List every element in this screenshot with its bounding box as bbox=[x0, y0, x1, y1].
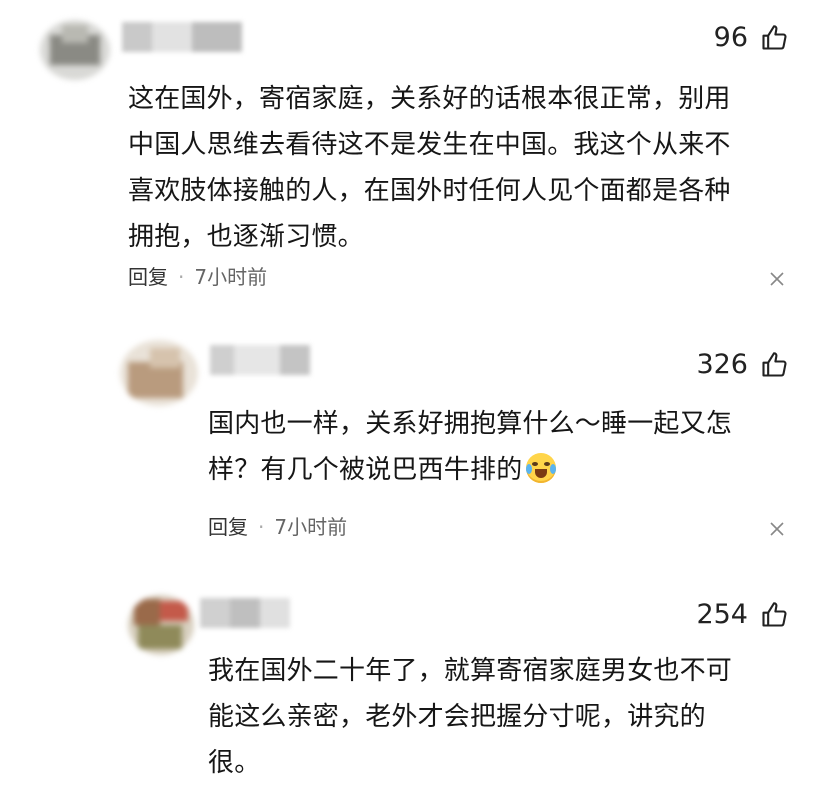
separator-dot: · bbox=[178, 265, 185, 289]
comment-line: 国内也一样，关系好拥抱算什么～睡一起又怎 bbox=[208, 409, 733, 439]
comment-meta: 回复 · 7小时前 bbox=[128, 263, 267, 291]
crying-laughing-emoji-icon bbox=[526, 453, 557, 483]
comment-text: 国内也一样，关系好拥抱算什么～睡一起又怎 样？有几个被说巴西牛排的 bbox=[208, 401, 798, 493]
comment-text: 这在国外，寄宿家庭，关系好的话根本很正常，别用 中国人思维去看待这不是发生在中国… bbox=[128, 76, 788, 260]
thumbs-up-icon[interactable] bbox=[760, 601, 788, 629]
avatar[interactable] bbox=[40, 20, 110, 80]
comment-line: 这在国外，寄宿家庭，关系好的话根本很正常，别用 bbox=[128, 84, 731, 114]
comment-line: 样？有几个被说巴西牛排的 bbox=[208, 447, 798, 493]
username-redacted[interactable] bbox=[200, 598, 290, 628]
like-count: 326 bbox=[696, 349, 748, 380]
like-count: 254 bbox=[696, 599, 748, 630]
comment-line: 喜欢肢体接触的人，在国外时任何人见个面都是各种 bbox=[128, 176, 731, 206]
reply-button[interactable]: 回复 bbox=[128, 265, 168, 289]
avatar[interactable] bbox=[128, 595, 194, 655]
thumbs-up-icon[interactable] bbox=[760, 351, 788, 379]
thumbs-up-icon[interactable] bbox=[760, 24, 788, 52]
timestamp: 7小时前 bbox=[274, 515, 348, 539]
comment-meta: 回复 · 7小时前 bbox=[208, 513, 347, 541]
comment-text: 我在国外二十年了，就算寄宿家庭男女也不可 能这么亲密，老外才会把握分寸呢，讲究的… bbox=[208, 648, 798, 786]
separator-dot: · bbox=[258, 515, 265, 539]
comment-line-text: 样？有几个被说巴西牛排的 bbox=[208, 455, 523, 485]
comment-line: 能这么亲密，老外才会把握分寸呢，讲究的 bbox=[208, 702, 706, 732]
comment-line: 中国人思维去看待这不是发生在中国。我这个从来不 bbox=[128, 130, 731, 160]
comment-line: 拥抱，也逐渐习惯。 bbox=[128, 222, 364, 252]
reply-button[interactable]: 回复 bbox=[208, 515, 248, 539]
comment-line: 我在国外二十年了，就算寄宿家庭男女也不可 bbox=[208, 656, 733, 686]
timestamp: 7小时前 bbox=[194, 265, 268, 289]
username-redacted[interactable] bbox=[210, 345, 310, 375]
close-icon[interactable] bbox=[769, 521, 785, 537]
like-count: 96 bbox=[713, 22, 748, 53]
close-icon[interactable] bbox=[769, 271, 785, 287]
avatar[interactable] bbox=[120, 340, 198, 406]
comment-line: 很。 bbox=[208, 748, 261, 778]
username-redacted[interactable] bbox=[122, 22, 242, 52]
